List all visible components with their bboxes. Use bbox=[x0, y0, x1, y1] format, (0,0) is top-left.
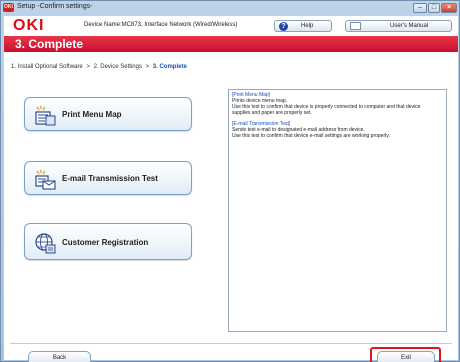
title-bar: OKI Setup -Confirm settings- – □ × bbox=[1, 1, 459, 15]
maximize-button[interactable]: □ bbox=[428, 3, 440, 13]
window-title: Setup -Confirm settings- bbox=[17, 3, 93, 10]
breadcrumb-separator: > bbox=[145, 64, 150, 70]
close-button[interactable]: × bbox=[441, 3, 457, 13]
email-test-icon bbox=[34, 170, 56, 190]
help-icon: ? bbox=[279, 22, 288, 31]
header: OKI Device Name:MC873, Interface Network… bbox=[4, 16, 458, 36]
exit-highlight-frame: Exit bbox=[370, 347, 441, 362]
customer-registration-button[interactable]: Customer Registration bbox=[24, 223, 192, 260]
manual-book-icon bbox=[350, 22, 361, 30]
print-menu-map-button[interactable]: Print Menu Map bbox=[24, 97, 192, 131]
customer-registration-label: Customer Registration bbox=[62, 238, 149, 247]
exit-button[interactable]: Exit bbox=[377, 351, 435, 362]
device-name-text: Device Name:MC873, Interface Network (Wi… bbox=[84, 22, 238, 28]
footer-divider bbox=[10, 343, 452, 344]
help-label: Help bbox=[301, 23, 314, 29]
email-transmission-test-label: E-mail Transmission Test bbox=[62, 174, 158, 183]
print-menu-map-label: Print Menu Map bbox=[62, 110, 122, 119]
info-line: supplies and paper are properly set. bbox=[232, 110, 312, 116]
breadcrumb: 1. Install Optional Software > 2. Device… bbox=[11, 64, 187, 70]
printer-map-icon bbox=[34, 106, 56, 126]
oki-logo: OKI bbox=[13, 17, 45, 34]
page-title: 3. Complete bbox=[15, 37, 84, 51]
info-section-print-menu-map: [Print Menu Map] Prints device menu map.… bbox=[232, 92, 443, 116]
setup-window: OKI Setup -Confirm settings- – □ × OKI D… bbox=[0, 0, 460, 362]
info-section-email-test: [E-mail Transmission Test] Sends test e-… bbox=[232, 121, 443, 139]
globe-registration-icon bbox=[34, 232, 56, 254]
step-banner: 3. Complete bbox=[4, 36, 458, 52]
users-manual-label: User's Manual bbox=[390, 23, 429, 29]
help-button[interactable]: ? Help bbox=[274, 20, 332, 32]
info-panel: [Print Menu Map] Prints device menu map.… bbox=[228, 89, 447, 332]
breadcrumb-step-1: 1. Install Optional Software bbox=[11, 64, 83, 70]
email-transmission-test-button[interactable]: E-mail Transmission Test bbox=[24, 161, 192, 195]
breadcrumb-step-2: 2. Device Settings bbox=[93, 64, 142, 70]
back-button[interactable]: Back bbox=[28, 351, 91, 362]
oki-app-icon: OKI bbox=[3, 3, 14, 12]
info-line: Use this test to confirm that device e-m… bbox=[232, 133, 390, 139]
breadcrumb-current: 3. Complete bbox=[152, 64, 187, 70]
content-area: OKI Device Name:MC873, Interface Network… bbox=[4, 16, 458, 362]
users-manual-button[interactable]: User's Manual bbox=[345, 20, 452, 32]
breadcrumb-separator: > bbox=[86, 64, 90, 70]
minimize-button[interactable]: – bbox=[413, 3, 427, 13]
